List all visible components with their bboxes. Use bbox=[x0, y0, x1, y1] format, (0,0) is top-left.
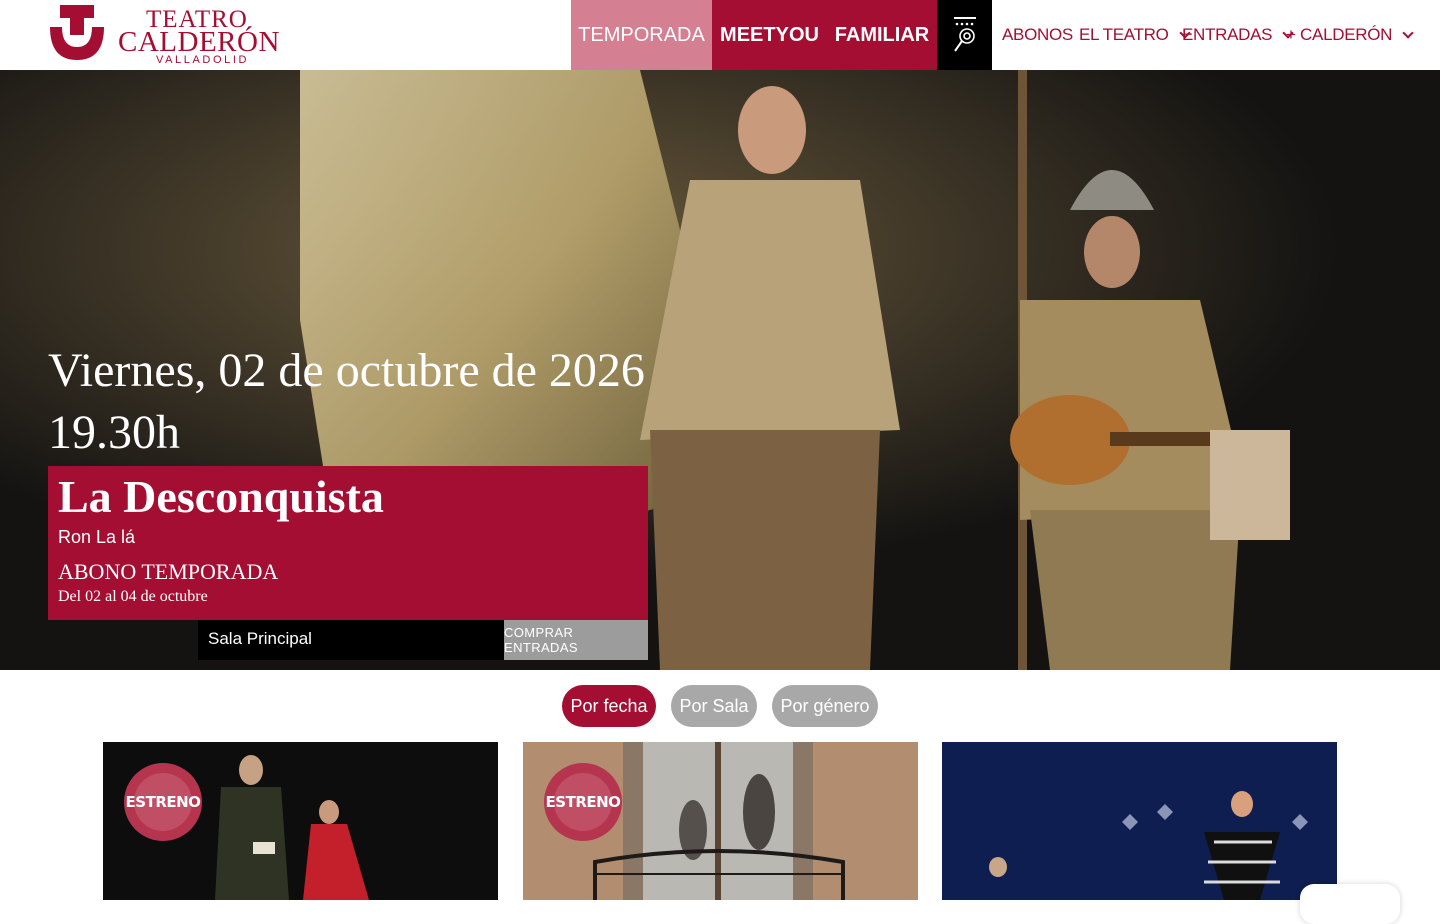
menu-el-teatro[interactable]: EL TEATRO bbox=[1079, 24, 1191, 46]
event-card[interactable]: ESTRENO bbox=[523, 742, 918, 900]
buy-tickets-button[interactable]: COMPRAR ENTRADAS bbox=[504, 620, 648, 660]
logo-mark-icon bbox=[50, 5, 104, 60]
logo-text-calderon: CALDERÓN bbox=[118, 26, 280, 58]
filter-by-genre[interactable]: Por género bbox=[772, 685, 878, 727]
tab-meetyou[interactable]: MEETYOU bbox=[712, 0, 827, 70]
menu-mas-calderon-label: + CALDERÓN bbox=[1286, 25, 1393, 44]
filter-by-venue[interactable]: Por Sala bbox=[671, 685, 757, 727]
event-cycle: ABONO TEMPORADA bbox=[58, 559, 279, 584]
menu-entradas[interactable]: ENTRADAS bbox=[1182, 24, 1294, 46]
event-date: Viernes, 02 de octubre de 2026 bbox=[48, 344, 645, 397]
site-header: TEATRO CALDERÓN VALLADOLID TEMPORADA MEE… bbox=[0, 0, 1440, 70]
hearing-loop-icon bbox=[953, 17, 976, 52]
menu-abonos-label: ABONOS bbox=[1002, 25, 1073, 44]
menu-mas-calderon[interactable]: + CALDERÓN bbox=[1286, 24, 1414, 46]
tab-familiar[interactable]: FAMILIAR bbox=[827, 0, 937, 70]
logo-text-valladolid: VALLADOLID bbox=[156, 54, 250, 66]
chat-widget[interactable] bbox=[1300, 884, 1400, 924]
venue-label: Sala Principal bbox=[208, 629, 312, 648]
tab-accessibility[interactable] bbox=[937, 0, 992, 70]
filter-by-date[interactable]: Por fecha bbox=[562, 685, 656, 727]
menu-abonos[interactable]: ABONOS bbox=[1002, 24, 1073, 46]
event-info-box[interactable]: La Desconquista Ron La lá ABONO TEMPORAD… bbox=[48, 466, 648, 620]
site-logo[interactable]: TEATRO CALDERÓN VALLADOLID bbox=[48, 5, 288, 67]
event-card-photo bbox=[942, 742, 1337, 900]
venue-bar: Sala Principal bbox=[198, 620, 504, 660]
event-time: 19.30h bbox=[48, 406, 180, 459]
menu-el-teatro-label: EL TEATRO bbox=[1079, 25, 1169, 44]
premiere-badge-label: ESTRENO bbox=[125, 793, 201, 811]
tab-temporada[interactable]: TEMPORADA bbox=[571, 0, 712, 70]
event-date-range: Del 02 al 04 de octubre bbox=[58, 588, 208, 605]
hero-banner: Viernes, 02 de octubre de 2026 19.30h La… bbox=[0, 70, 1440, 670]
menu-entradas-label: ENTRADAS bbox=[1182, 25, 1273, 44]
event-title: La Desconquista bbox=[58, 471, 384, 522]
premiere-badge: ESTRENO bbox=[544, 763, 622, 841]
premiere-badge-label: ESTRENO bbox=[545, 793, 621, 811]
event-card[interactable] bbox=[942, 742, 1337, 900]
event-card[interactable]: ESTRENO bbox=[103, 742, 498, 900]
event-company: Ron La lá bbox=[58, 527, 136, 547]
chevron-down-icon bbox=[1402, 26, 1414, 39]
premiere-badge: ESTRENO bbox=[124, 763, 202, 841]
